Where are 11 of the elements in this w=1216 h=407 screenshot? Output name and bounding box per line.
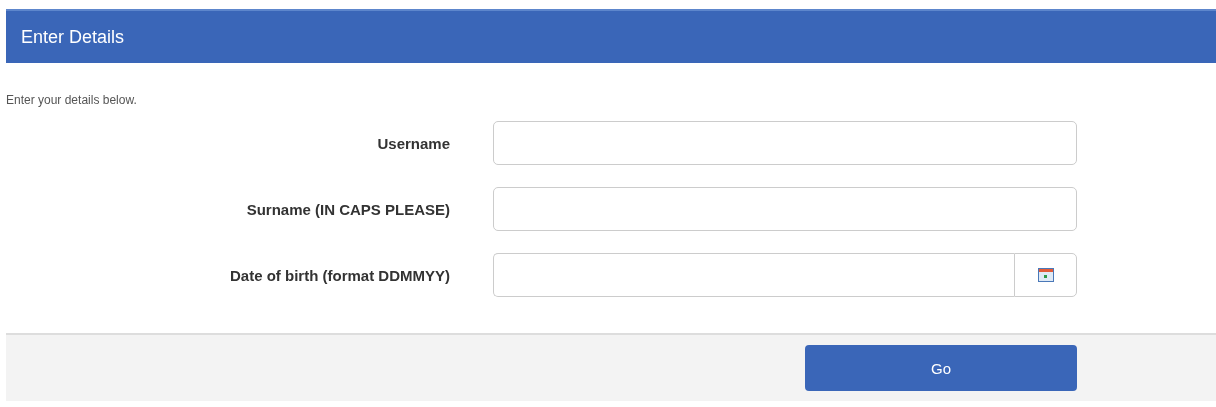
text-field[interactable] bbox=[493, 187, 1077, 231]
field-label: Surname (IN CAPS PLEASE) bbox=[245, 200, 450, 218]
go-button[interactable]: Go bbox=[805, 345, 1077, 391]
text-field[interactable] bbox=[493, 121, 1077, 165]
field-label: Date of birth (format DDMMYY) bbox=[229, 266, 450, 284]
panel-title: Enter Details bbox=[21, 26, 125, 48]
date-field[interactable] bbox=[493, 253, 1014, 297]
calendar-button[interactable] bbox=[1014, 253, 1077, 297]
field-label: Username bbox=[376, 134, 450, 152]
calendar-icon bbox=[1037, 268, 1054, 282]
intro-text: Enter your details below. bbox=[6, 93, 138, 107]
